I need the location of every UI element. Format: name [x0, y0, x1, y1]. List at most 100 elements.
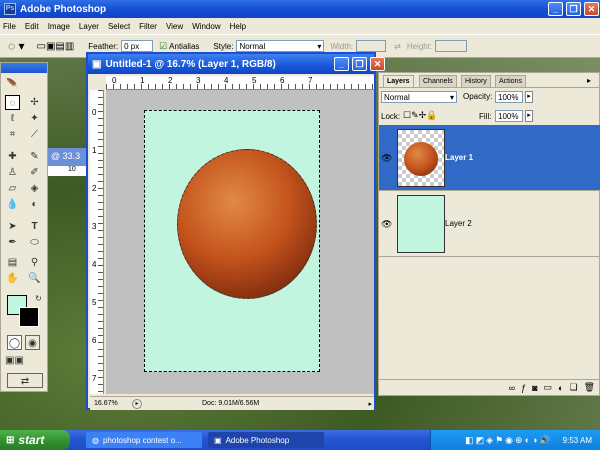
document-canvas[interactable]: [144, 110, 320, 372]
swap-icon[interactable]: ⇄: [394, 42, 401, 51]
start-button[interactable]: ⊞ start: [0, 430, 70, 450]
maximize-button[interactable]: ❐: [566, 2, 581, 16]
history-brush-icon[interactable]: ✐: [27, 165, 42, 180]
photoshop-logo-icon: Ps: [4, 3, 16, 15]
menu-window[interactable]: Window: [192, 22, 220, 31]
feather-input[interactable]: 0 px: [121, 40, 154, 52]
panel-menu-icon[interactable]: ▸: [587, 76, 591, 85]
background-doc-zoom: @ 33.3: [51, 151, 81, 161]
menu-file[interactable]: File: [3, 22, 16, 31]
height-input[interactable]: [435, 40, 468, 52]
toolbox-title-bar[interactable]: [1, 63, 47, 73]
add-mask-icon[interactable]: ◙: [532, 383, 537, 393]
menu-select[interactable]: Select: [108, 22, 130, 31]
menu-help[interactable]: Help: [230, 22, 246, 31]
width-input[interactable]: [356, 40, 387, 52]
blur-tool-icon[interactable]: 💧: [5, 197, 20, 212]
start-label: start: [18, 433, 45, 447]
lock-options-icons[interactable]: ☐✎✢🔒: [403, 110, 437, 121]
document-window: ▣ Untitled-1 @ 16.7% (Layer 1, RGB/8) _ …: [86, 52, 385, 410]
screen-mode-icons[interactable]: ▣▣: [5, 353, 24, 368]
tab-history[interactable]: History: [461, 75, 491, 87]
document-close-button[interactable]: ✕: [370, 57, 385, 71]
opacity-input[interactable]: 100%: [495, 91, 523, 103]
style-select[interactable]: Normal ▾: [236, 40, 325, 52]
link-layers-icon[interactable]: ∞: [509, 383, 515, 393]
document-minimize-button[interactable]: _: [334, 57, 349, 71]
taskbar-item-label: Adobe Photoshop: [225, 435, 290, 445]
magic-wand-icon[interactable]: ✦: [27, 111, 42, 126]
ruler-left-tick: 2: [92, 184, 97, 193]
scroll-right-icon[interactable]: ▸: [368, 400, 372, 408]
menu-edit[interactable]: Edit: [25, 22, 39, 31]
feather-label: Feather:: [88, 41, 119, 51]
style-value: Normal: [239, 42, 266, 51]
antialias-checkbox[interactable]: ☑: [159, 41, 167, 52]
path-selection-icon[interactable]: ➤: [5, 219, 20, 234]
clock[interactable]: 9:53 AM: [563, 436, 592, 445]
quick-mask-icon[interactable]: ◉: [25, 335, 40, 350]
adjustment-layer-icon[interactable]: ◐: [558, 383, 563, 393]
document-title-bar[interactable]: ▣ Untitled-1 @ 16.7% (Layer 1, RGB/8) _ …: [88, 54, 385, 74]
document-maximize-button[interactable]: ❐: [352, 57, 367, 71]
close-button[interactable]: ✕: [584, 2, 599, 16]
hand-tool-icon[interactable]: ✋: [5, 271, 20, 286]
eraser-tool-icon[interactable]: ▱: [5, 181, 20, 196]
brush-tool-icon[interactable]: ✎: [27, 149, 42, 164]
standard-mode-icon[interactable]: ◯: [7, 335, 22, 350]
lasso-tool-icon[interactable]: ℓ: [5, 111, 20, 126]
dodge-tool-icon[interactable]: ◐: [27, 197, 42, 212]
layer-thumbnail: [397, 129, 445, 187]
app-title: Adobe Photoshop: [20, 3, 107, 15]
new-set-icon[interactable]: ▭: [544, 382, 553, 393]
apple-image: [177, 149, 317, 299]
layer-style-icon[interactable]: ƒ: [521, 383, 526, 393]
tab-actions[interactable]: Actions: [495, 75, 526, 87]
status-menu-icon[interactable]: ▸: [132, 398, 142, 409]
slice-tool-icon[interactable]: ⟋: [27, 127, 42, 142]
layers-panel: Layers Channels History Actions ▸ Normal…: [378, 72, 600, 396]
document-title: Untitled-1 @ 16.7% (Layer 1, RGB/8): [105, 58, 276, 70]
marquee-tool-preset-icon[interactable]: ◌ ▾: [8, 39, 25, 53]
eyedropper-icon[interactable]: ⚲: [27, 255, 42, 270]
notes-tool-icon[interactable]: ▤: [5, 255, 20, 270]
shape-tool-icon[interactable]: ⬭: [27, 235, 42, 250]
eye-icon[interactable]: 👁: [381, 153, 393, 163]
menu-filter[interactable]: Filter: [139, 22, 157, 31]
minimize-button[interactable]: _: [548, 2, 563, 16]
taskbar-item-browser[interactable]: ◍ photoshop contest o...: [86, 432, 202, 448]
chevron-down-icon: ▾: [317, 42, 322, 51]
fill-slider-toggle[interactable]: ▸: [525, 110, 533, 122]
move-tool-icon[interactable]: ✢: [27, 95, 42, 110]
swap-colors-icon[interactable]: ↻: [31, 291, 46, 306]
marquee-tool-icon[interactable]: ◌: [5, 95, 20, 110]
paint-bucket-icon[interactable]: ◈: [27, 181, 42, 196]
healing-brush-icon[interactable]: ✚: [5, 149, 20, 164]
opacity-slider-toggle[interactable]: ▸: [525, 91, 533, 103]
menu-view[interactable]: View: [166, 22, 183, 31]
tab-layers[interactable]: Layers: [383, 75, 414, 87]
crop-tool-icon[interactable]: ⌗: [5, 127, 20, 142]
menu-layer[interactable]: Layer: [79, 22, 99, 31]
zoom-tool-icon[interactable]: 🔍: [27, 271, 42, 286]
new-layer-icon[interactable]: ❏: [569, 382, 577, 393]
clone-stamp-icon[interactable]: ♙: [5, 165, 20, 180]
selection-mode-icons[interactable]: ▭▣▤▥: [37, 41, 75, 52]
ruler-left-tick: 6: [92, 336, 97, 345]
jump-to-imageready-icon[interactable]: ⇄: [7, 373, 43, 388]
menu-image[interactable]: Image: [48, 22, 70, 31]
fill-input[interactable]: 100%: [495, 110, 523, 122]
pen-tool-icon[interactable]: ✒: [5, 235, 20, 250]
type-tool-icon[interactable]: T: [27, 219, 42, 234]
layer-row-layer-1[interactable]: 👁 Layer 1: [379, 125, 600, 191]
tray-icons[interactable]: ◧◩◈⚑◉⊕◐◑🔊: [465, 435, 552, 446]
background-doc-ruler: 10: [48, 166, 88, 176]
layer-row-layer-2[interactable]: 👁 Layer 2: [379, 191, 600, 257]
taskbar-item-photoshop[interactable]: ▣ Adobe Photoshop: [208, 432, 324, 448]
blend-mode-select[interactable]: Normal ▾: [381, 91, 457, 103]
zoom-level[interactable]: 16.67%: [94, 400, 128, 407]
background-color-swatch[interactable]: [19, 307, 39, 327]
tab-channels[interactable]: Channels: [419, 75, 457, 87]
trash-icon[interactable]: 🗑: [584, 382, 595, 393]
eye-icon[interactable]: 👁: [381, 219, 393, 229]
